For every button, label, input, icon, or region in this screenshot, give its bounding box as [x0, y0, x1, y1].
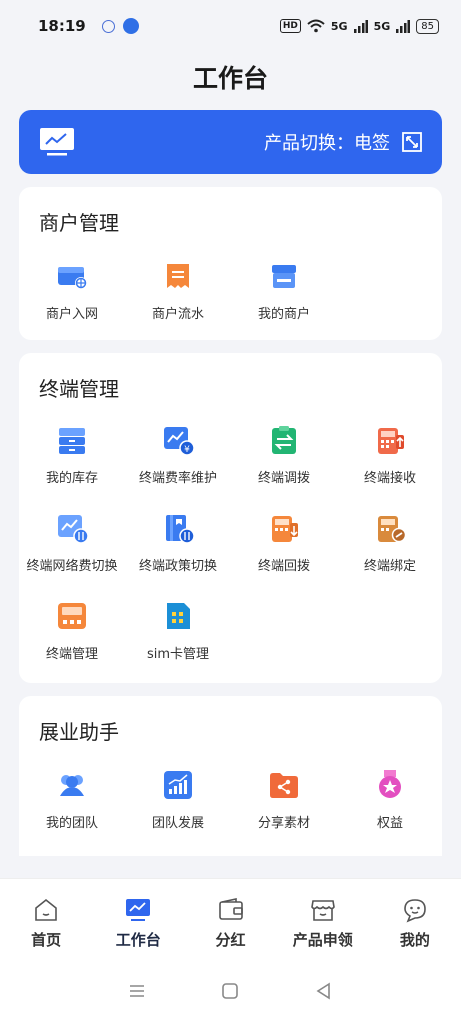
home-square-icon[interactable]: [220, 981, 240, 1001]
card-title: 终端管理: [39, 377, 119, 401]
policy-switch-button[interactable]: 终端政策切换: [125, 511, 231, 574]
grid-item-label: 终端管理: [45, 647, 98, 662]
grid-item-label: 终端绑定: [363, 559, 416, 574]
business-assistant-card: 展业助手 我的团队 团队发展 分享素材 权益: [19, 696, 442, 856]
expand-icon[interactable]: [402, 132, 422, 152]
grid-item-label: 终端调拨: [257, 471, 310, 486]
rate-chart-icon: ¥: [164, 427, 195, 456]
merchant-flow-button[interactable]: 商户流水: [125, 259, 231, 322]
grid-item-label: 我的库存: [45, 471, 98, 486]
grid-item-label: 终端网络费切换: [26, 559, 118, 574]
tab-home[interactable]: 首页: [0, 879, 92, 958]
grid-item-label: 分享素材: [257, 816, 310, 831]
product-switch-label: 产品切换：电签: [264, 133, 390, 154]
terminal-receive-icon: [378, 428, 404, 454]
grid-item-label: 终端政策切换: [138, 559, 217, 574]
network-fee-switch-button[interactable]: 终端网络费切换: [19, 511, 125, 574]
tab-dividend[interactable]: 分红: [184, 879, 276, 958]
grid-item-label: 我的团队: [45, 816, 98, 831]
drawer-stack-icon: [59, 428, 85, 454]
grid-item-label: 商户入网: [45, 307, 98, 322]
workbench-icon: [126, 899, 151, 921]
signal-icon: [396, 19, 411, 33]
terminal-manage-button[interactable]: 终端管理: [19, 599, 125, 662]
tab-mine[interactable]: 我的: [369, 879, 461, 958]
tab-label: 首页: [31, 931, 62, 949]
network-label-1: 5G: [330, 19, 348, 33]
wifi-icon: [307, 19, 325, 33]
card-title: 商户管理: [39, 211, 119, 235]
home-icon: [35, 898, 57, 921]
tab-label: 分红: [215, 931, 246, 949]
grid-item-label: 我的商户: [257, 307, 310, 322]
storefront-icon: [272, 265, 296, 288]
tab-label: 工作台: [115, 931, 161, 949]
grid-item-label: 终端回拨: [257, 559, 310, 574]
grid-item-label: 商户流水: [151, 307, 204, 322]
medal-icon: [379, 770, 401, 798]
grid-item-label: 终端费率维护: [138, 471, 217, 486]
svg-text:¥: ¥: [184, 445, 190, 455]
terminal-bind-button[interactable]: 终端绑定: [337, 511, 443, 574]
network-fee-switch-icon: [58, 515, 89, 544]
app-notification-icon: [122, 18, 139, 34]
hd-badge: HD: [279, 19, 301, 33]
system-navigation-bar: [0, 958, 461, 1024]
receipt-icon: [167, 264, 189, 288]
grid-item-label: sim卡管理: [146, 647, 210, 662]
merchant-management-card: 商户管理 商户入网 商户流水 我的商户: [19, 187, 442, 340]
card-title: 展业助手: [39, 720, 119, 744]
product-switch-banner[interactable]: 产品切换：电签: [19, 110, 442, 174]
transfer-clipboard-icon: [272, 426, 296, 454]
team-icon: [60, 775, 84, 796]
sim-card-icon: [167, 603, 190, 629]
terminal-transfer-button[interactable]: 终端调拨: [231, 423, 337, 486]
wallet-icon: [218, 898, 243, 920]
my-team-button[interactable]: 我的团队: [19, 768, 125, 831]
page-title: 工作台: [192, 64, 268, 93]
terminal-receive-button[interactable]: 终端接收: [337, 423, 443, 486]
terminal-return-icon: [272, 516, 298, 542]
terminal-manage-icon: [58, 603, 86, 629]
merchant-onboard-button[interactable]: 商户入网: [19, 259, 125, 322]
grid-item-label: 权益: [376, 816, 403, 831]
tab-label: 产品申领: [292, 931, 353, 949]
grid-item-label: 团队发展: [151, 816, 204, 831]
terminal-bind-icon: [378, 516, 407, 543]
my-merchants-button[interactable]: 我的商户: [231, 259, 337, 322]
tab-product-apply[interactable]: 产品申领: [277, 879, 369, 958]
share-materials-button[interactable]: 分享素材: [231, 768, 337, 831]
status-time: 18:19: [38, 17, 86, 35]
bottom-tab-bar: 首页 工作台 分红 产品申领 我的: [0, 878, 461, 958]
sim-card-manage-button[interactable]: sim卡管理: [125, 599, 231, 662]
terminal-return-button[interactable]: 终端回拨: [231, 511, 337, 574]
status-bar: 18:19 HD 5G 5G 85: [0, 0, 461, 52]
chat-face-icon: [404, 899, 426, 923]
terminal-rate-button[interactable]: ¥ 终端费率维护: [125, 423, 231, 486]
battery-indicator: 85: [416, 18, 439, 34]
signal-icon: [353, 19, 368, 33]
monitor-chart-icon: [40, 128, 74, 156]
policy-switch-icon: [166, 515, 195, 544]
network-label-2: 5G: [373, 19, 391, 33]
tab-workbench[interactable]: 工作台: [92, 879, 184, 958]
terminal-management-card: 终端管理 我的库存 ¥ 终端费率维护 终端调拨 终端接收 终端网络费切换 终端政…: [19, 353, 442, 683]
rights-button[interactable]: 权益: [337, 768, 443, 831]
tab-label: 我的: [399, 931, 430, 949]
notification-icon: [101, 19, 115, 33]
my-inventory-button[interactable]: 我的库存: [19, 423, 125, 486]
grid-item-label: 终端接收: [363, 471, 416, 486]
back-icon[interactable]: [314, 981, 334, 1001]
growth-chart-icon: [164, 771, 192, 799]
store-globe-icon: [58, 267, 87, 289]
shop-icon: [310, 900, 335, 921]
team-growth-button[interactable]: 团队发展: [125, 768, 231, 831]
share-folder-icon: [270, 773, 298, 798]
menu-icon[interactable]: [127, 981, 147, 1001]
